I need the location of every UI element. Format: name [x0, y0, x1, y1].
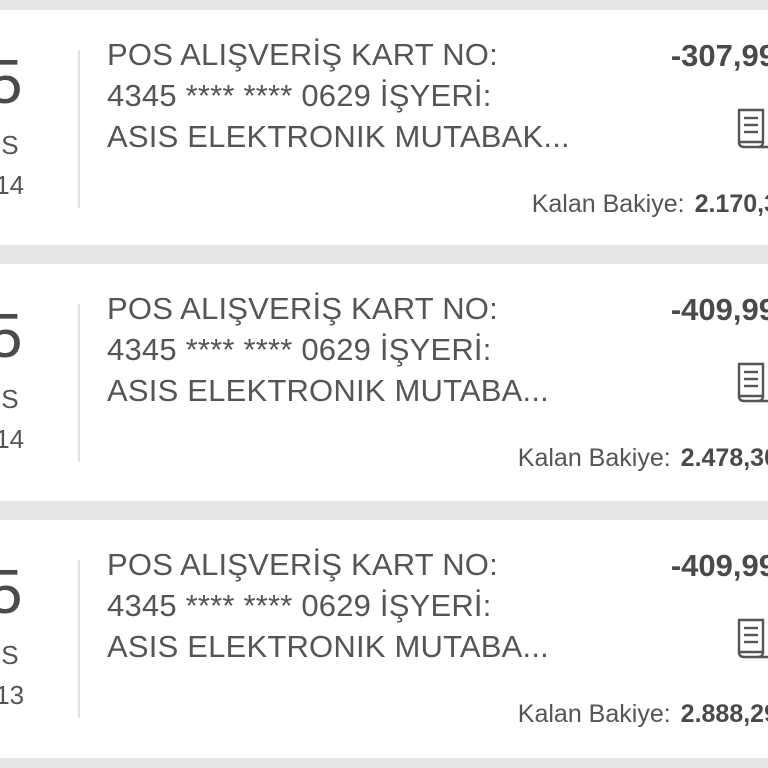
description-line: ASIS ELEKTRONIK MUTABA...	[107, 373, 549, 408]
transaction-month: IS	[0, 130, 19, 160]
balance-value: 2.478,30	[680, 444, 768, 472]
description-line: 4345 **** **** 0629 İŞYERİ:	[107, 332, 492, 367]
transaction-day: 5	[0, 302, 23, 371]
transaction-month: IS	[0, 384, 19, 414]
transaction-amount: -307,99	[670, 38, 768, 73]
transaction-month: IS	[0, 640, 19, 670]
transaction-amount: -409,99	[670, 548, 768, 583]
transaction-list: 5 IS :14 POS ALIŞVERİŞ KART NO: 4345 ***…	[0, 0, 768, 768]
transaction-day: 5	[0, 48, 23, 117]
balance-value: 2.888,29	[680, 700, 768, 728]
balance-label: Kalan Bakiye:	[531, 190, 685, 218]
transaction-amount: -409,99	[670, 292, 768, 327]
description-line: ASIS ELEKTRONIK MUTABA...	[107, 629, 549, 664]
description-line: POS ALIŞVERİŞ KART NO:	[107, 547, 498, 582]
description-line: 4345 **** **** 0629 İŞYERİ:	[107, 588, 492, 623]
divider	[78, 304, 80, 462]
remaining-balance: Kalan Bakiye: 2.478,30	[518, 444, 768, 473]
description-line: POS ALIŞVERİŞ KART NO:	[107, 37, 498, 72]
remaining-balance: Kalan Bakiye: 2.170,3	[532, 190, 768, 219]
transaction-day: 5	[0, 558, 23, 627]
transaction-description: POS ALIŞVERİŞ KART NO: 4345 **** **** 06…	[107, 34, 647, 157]
remaining-balance: Kalan Bakiye: 2.888,29	[518, 700, 768, 729]
balance-value: 2.170,3	[694, 190, 768, 218]
transaction-item[interactable]: 5 IS :13 POS ALIŞVERİŞ KART NO: 4345 ***…	[0, 520, 768, 758]
description-line: POS ALIŞVERİŞ KART NO:	[107, 291, 498, 326]
divider	[78, 50, 80, 208]
receipt-icon[interactable]	[736, 616, 768, 660]
receipt-icon[interactable]	[736, 360, 768, 404]
transaction-time: :14	[0, 424, 25, 454]
transaction-description: POS ALIŞVERİŞ KART NO: 4345 **** **** 06…	[107, 544, 647, 667]
balance-label: Kalan Bakiye:	[517, 444, 671, 472]
description-line: 4345 **** **** 0629 İŞYERİ:	[107, 78, 492, 113]
description-line: ASIS ELEKTRONIK MUTABAK...	[107, 119, 570, 154]
transaction-time: :14	[0, 170, 25, 200]
receipt-icon[interactable]	[736, 106, 768, 150]
transaction-description: POS ALIŞVERİŞ KART NO: 4345 **** **** 06…	[107, 288, 647, 411]
transaction-item[interactable]: 5 IS :14 POS ALIŞVERİŞ KART NO: 4345 ***…	[0, 10, 768, 245]
transaction-time: :13	[0, 680, 25, 710]
balance-label: Kalan Bakiye:	[517, 700, 671, 728]
divider	[78, 560, 80, 718]
transaction-item[interactable]: 5 IS :14 POS ALIŞVERİŞ KART NO: 4345 ***…	[0, 264, 768, 501]
